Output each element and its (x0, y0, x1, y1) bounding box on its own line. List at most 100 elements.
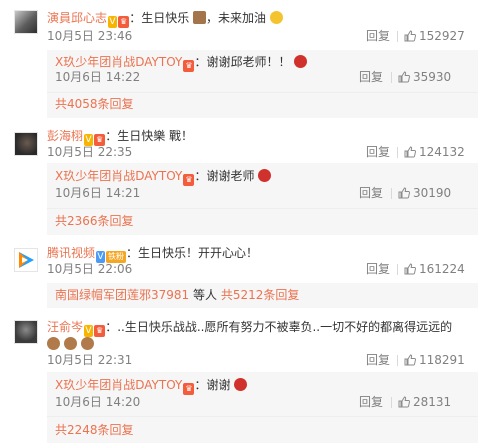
thumbs-up-icon (398, 71, 411, 83)
comment-text: ：生日快樂 戰！ (105, 129, 194, 143)
comment-1: 演員邱心志 V ♛ ：生日快乐 ，未来加油 10月5日 23:46 回复 152927… (0, 0, 478, 120)
cake-emoji (47, 337, 60, 350)
reply-block: 南国绿帽军团莲邪37981 等人 共5212条回复 (47, 283, 478, 308)
more-replies-link[interactable]: 共2366条回复 (55, 213, 134, 229)
more-replies-mid: 等人 (189, 288, 221, 302)
thumbs-up-icon (404, 146, 417, 158)
rose-emoji (234, 378, 248, 391)
divider (397, 264, 398, 275)
comment-time: 10月5日 22:31 (47, 353, 133, 367)
comment-body: 汪俞岑 V ♛ ：..生日快乐战战..愿所有努力不被辜负..一切不好的都离得远远的 (47, 319, 452, 337)
divider (47, 92, 478, 93)
fan-badge-icon: ♛ (118, 16, 130, 28)
comment-text: ：..生日快乐战战..愿所有努力不被辜负..一切不好的都离得远远的 (105, 320, 453, 334)
reply-text: ：谢谢 (194, 378, 231, 392)
comment-body: 演員邱心志 V ♛ ：生日快乐 ，未来加油 (47, 10, 283, 28)
comment-text-after: ，未来加油 (206, 11, 267, 25)
comment-4: 汪俞岑 V ♛ ：..生日快乐战战..愿所有努力不被辜负..一切不好的都离得远远的 1… (0, 315, 478, 445)
avatar[interactable] (14, 248, 38, 272)
avatar[interactable] (14, 132, 38, 156)
divider (391, 72, 392, 83)
reply-block: X玖少年团肖战DAYTOY ♛ ：谢谢老师 10月6日 14:21 回复 30190… (47, 163, 478, 235)
comment-time: 10月5日 23:46 (47, 29, 133, 43)
like-count: 161224 (419, 262, 465, 276)
reply-button[interactable]: 回复 (366, 145, 390, 159)
cake-emoji (193, 11, 207, 24)
thumbs-up-icon (398, 396, 411, 408)
reply-time: 10月6日 14:22 (55, 70, 141, 84)
reply-button[interactable]: 回复 (359, 395, 383, 409)
like-count: 124132 (419, 145, 465, 159)
cake-emoji (63, 337, 77, 350)
rose-emoji (258, 169, 272, 182)
like-button[interactable]: 118291 (404, 353, 465, 367)
author-link[interactable]: 腾讯视频 (47, 246, 95, 260)
reply-block: X玖少年团肖战DAYTOY ♛ ：谢谢邱老师！！ 10月6日 14:22 回复 35… (47, 50, 478, 118)
reply-author-link[interactable]: X玖少年团肖战DAYTOY (55, 169, 182, 183)
divider (391, 188, 392, 199)
verified-badge-icon: V (108, 16, 118, 28)
reply-time: 10月6日 14:20 (55, 395, 141, 409)
reply-text: ：谢谢老师 (194, 169, 255, 183)
comment-body: 腾讯视频 V 铁粉 ：生日快乐！开开心心！ (47, 245, 258, 263)
fan-badge-icon: ♛ (183, 174, 195, 186)
like-button[interactable]: 124132 (404, 145, 465, 159)
author-link[interactable]: 彭海栩 (47, 129, 83, 143)
like-button[interactable]: 28131 (398, 395, 451, 409)
comment-time: 10月5日 22:35 (47, 145, 133, 159)
reply-button[interactable]: 回复 (366, 353, 390, 367)
reply-author-link[interactable]: X玖少年团肖战DAYTOY (55, 378, 182, 392)
rose-emoji (294, 55, 308, 68)
like-button[interactable]: 30190 (398, 186, 451, 200)
reply-body: X玖少年团肖战DAYTOY ♛ ：谢谢老师 (55, 168, 272, 186)
like-count: 152927 (419, 29, 465, 43)
like-count: 118291 (419, 353, 465, 367)
like-button[interactable]: 35930 (398, 70, 451, 84)
reply-time: 10月6日 14:21 (55, 186, 141, 200)
fan-badge-icon: ♛ (183, 60, 195, 72)
like-button[interactable]: 161224 (404, 262, 465, 276)
comment-text: ：生日快乐 (129, 11, 190, 25)
divider (397, 147, 398, 158)
divider (47, 416, 478, 417)
avatar[interactable] (14, 320, 38, 344)
author-link[interactable]: 汪俞岑 (47, 320, 83, 334)
like-count: 28131 (413, 395, 452, 409)
reply-text: ：谢谢邱老师！！ (194, 55, 291, 69)
more-replies-count[interactable]: 共5212条回复 (221, 288, 300, 302)
like-count: 30190 (413, 186, 452, 200)
more-replies-link[interactable]: 共4058条回复 (55, 96, 134, 112)
divider (47, 208, 478, 209)
replier-name[interactable]: 南国绿帽军团莲邪37981 (55, 288, 189, 302)
comment-time: 10月5日 22:06 (47, 262, 133, 276)
fan-badge-icon: ♛ (183, 383, 195, 395)
thumbs-up-icon (404, 263, 417, 275)
reply-button[interactable]: 回复 (359, 186, 383, 200)
reply-block: X玖少年团肖战DAYTOY ♛ ：谢谢 10月6日 14:20 回复 28131 共… (47, 372, 478, 443)
divider (397, 31, 398, 42)
reply-button[interactable]: 回复 (366, 29, 390, 43)
flexed-biceps-emoji (269, 11, 283, 24)
divider (391, 397, 392, 408)
thumbs-up-icon (398, 187, 411, 199)
fan-badge-icon: ♛ (94, 325, 106, 337)
comment-2: 彭海栩 V ♛ ：生日快樂 戰！ 10月5日 22:35 回复 124132 X玖少年… (0, 120, 478, 240)
thumbs-up-icon (404, 30, 417, 42)
more-replies-link[interactable]: 南国绿帽军团莲邪37981 等人 共5212条回复 (55, 287, 299, 303)
tencent-video-logo-icon (19, 252, 34, 268)
more-replies-link[interactable]: 共2248条回复 (55, 422, 134, 438)
avatar[interactable] (14, 10, 38, 34)
author-link[interactable]: 演員邱心志 (47, 11, 107, 25)
comment-emoji-row (47, 336, 94, 352)
comment-body: 彭海栩 V ♛ ：生日快樂 戰！ (47, 128, 193, 146)
like-count: 35930 (413, 70, 452, 84)
divider (397, 355, 398, 366)
reply-button[interactable]: 回复 (366, 262, 390, 276)
comment-text: ：生日快乐！开开心心！ (126, 246, 259, 260)
reply-body: X玖少年团肖战DAYTOY ♛ ：谢谢 (55, 377, 248, 395)
comment-3: 腾讯视频 V 铁粉 ：生日快乐！开开心心！ 10月5日 22:06 回复 161224… (0, 240, 478, 315)
reply-button[interactable]: 回复 (359, 70, 383, 84)
reply-author-link[interactable]: X玖少年团肖战DAYTOY (55, 55, 182, 69)
like-button[interactable]: 152927 (404, 29, 465, 43)
thumbs-up-icon (404, 354, 417, 366)
